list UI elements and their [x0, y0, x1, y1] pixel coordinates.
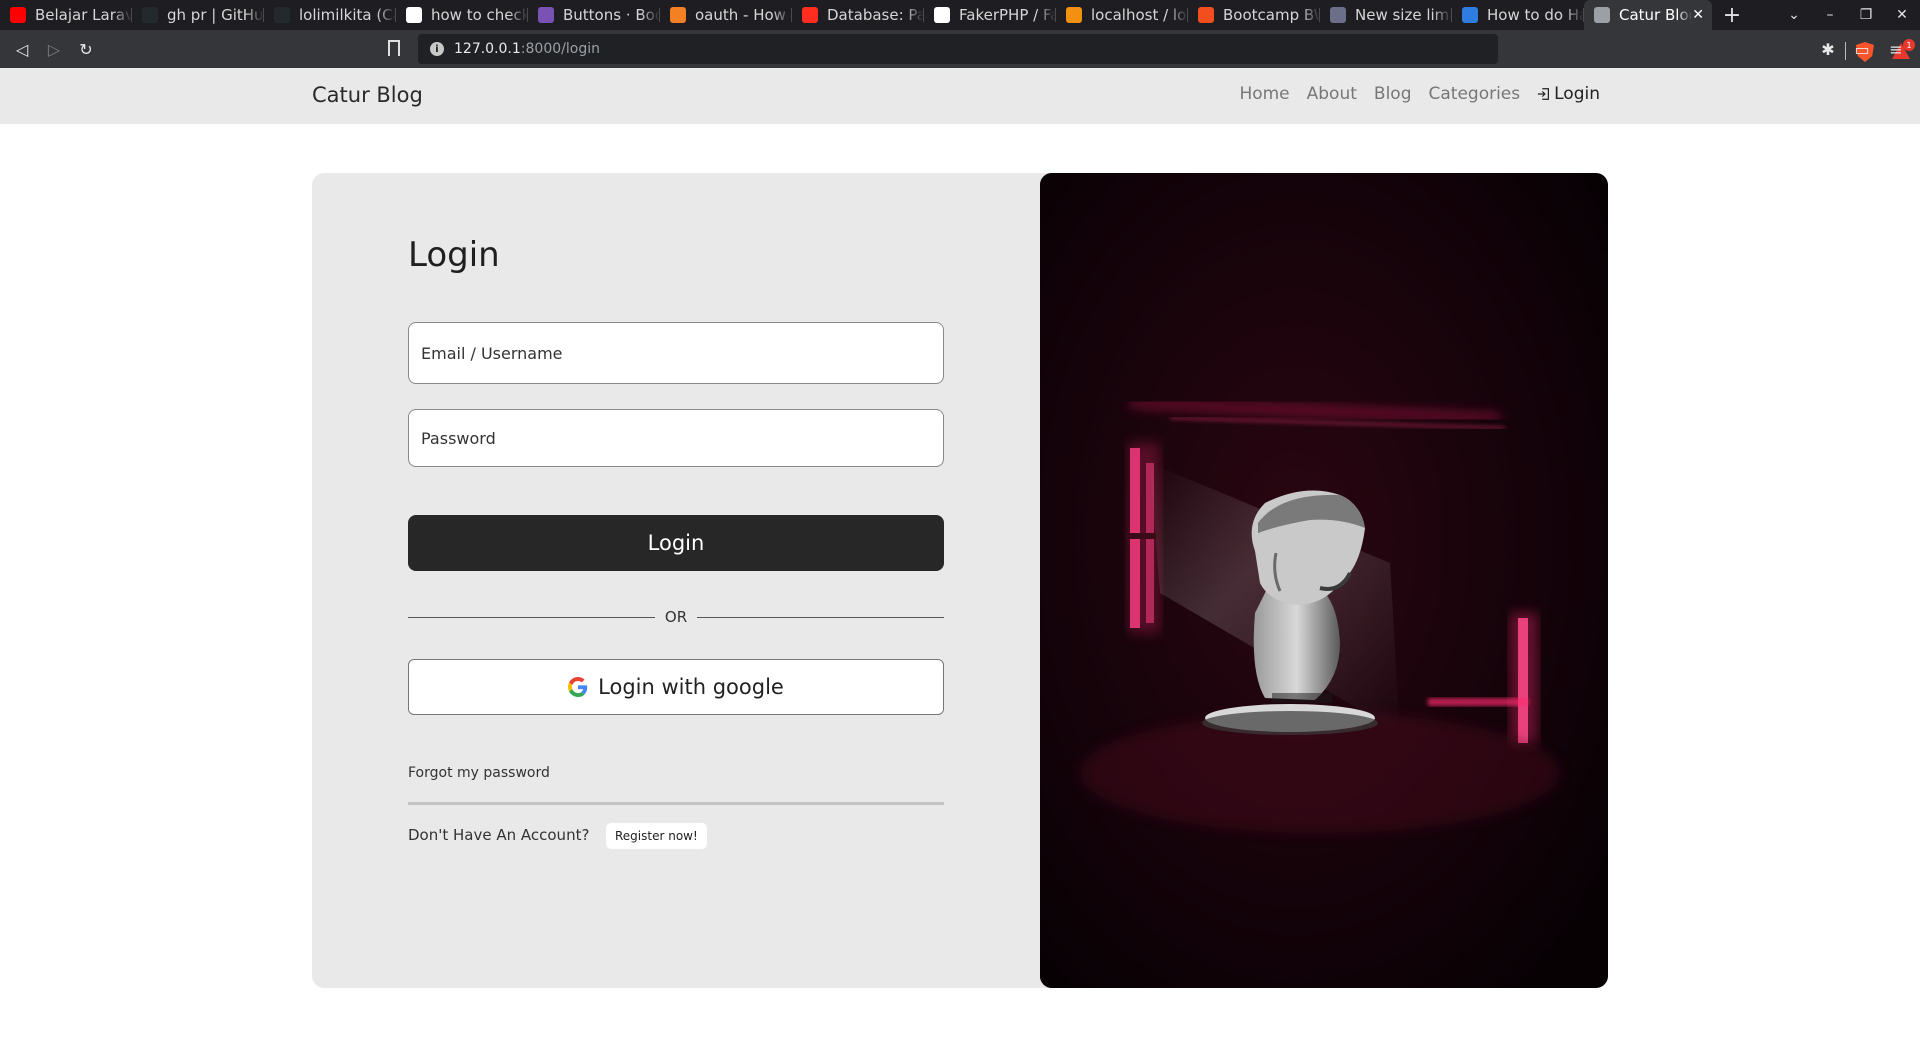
browser-tab-title: Buttons · Boo: [563, 6, 660, 24]
browser-tab[interactable]: Buttons · Boo: [528, 0, 660, 30]
or-divider: OR: [408, 608, 945, 626]
form-separator: [408, 802, 944, 805]
browser-tab[interactable]: FakerPHP / Fa: [924, 0, 1056, 30]
email-username-input[interactable]: [408, 322, 944, 384]
url-text[interactable]: 127.0.0.1:8000/login: [454, 41, 600, 57]
figma-icon: [1198, 7, 1214, 23]
reload-icon[interactable]: ↻: [70, 33, 102, 65]
restore-icon[interactable]: ❐: [1848, 7, 1884, 23]
no-account-text: Don't Have An Account?: [408, 826, 590, 844]
browser-tab[interactable]: how to check: [396, 0, 528, 30]
bookmark-icon[interactable]: [388, 40, 400, 56]
new-tab-button[interactable]: +: [1712, 0, 1752, 30]
browser-tab[interactable]: Belajar Laravel: [0, 0, 132, 30]
stackoverflow-icon: [670, 7, 686, 23]
tab-list-icon[interactable]: ⌄: [1776, 7, 1812, 23]
divider-label: OR: [664, 608, 688, 626]
statue-photo: [1040, 173, 1608, 988]
browser-tab[interactable]: localhost / loc: [1056, 0, 1188, 30]
menu-icon[interactable]: ≡: [1880, 33, 1912, 65]
browser-tab[interactable]: New size limit: [1320, 0, 1452, 30]
google-icon: [406, 7, 422, 23]
site-navbar: Catur Blog Home About Blog Categories Lo…: [0, 68, 1920, 124]
password-input[interactable]: [408, 409, 944, 467]
site-brand[interactable]: Catur Blog: [312, 83, 423, 107]
address-bar[interactable]: i 127.0.0.1:8000/login 1: [418, 34, 1915, 64]
google-icon: [568, 677, 588, 697]
browser-tab[interactable]: Catur Blog ✕: [1584, 0, 1712, 30]
nu-icon: [1330, 7, 1346, 23]
doc-icon: [1462, 7, 1478, 23]
browser-tab-title: FakerPHP / Fa: [959, 6, 1056, 24]
phpmyadmin-icon: [1066, 7, 1082, 23]
login-button[interactable]: Login: [408, 515, 944, 571]
browser-tab[interactable]: gh pr | GitHub: [132, 0, 264, 30]
login-title: Login: [408, 235, 500, 275]
login-icon: [1538, 88, 1550, 100]
faker-icon: [934, 7, 950, 23]
browser-tab-title: Database: Pag: [827, 6, 924, 24]
browser-tab[interactable]: How to do Ha: [1452, 0, 1584, 30]
browser-tab-title: Bootcamp BW: [1223, 6, 1320, 24]
page: Catur Blog Home About Blog Categories Lo…: [0, 68, 1920, 1053]
browser-tab-title: Belajar Laravel: [35, 6, 132, 24]
login-card: Login Login OR Login with google Forgot …: [312, 173, 1608, 988]
forward-icon[interactable]: ▷: [38, 33, 70, 65]
back-icon[interactable]: ◁: [6, 33, 38, 65]
browser-tab[interactable]: Bootcamp BW: [1188, 0, 1320, 30]
nav-links: Home About Blog Categories Login: [1222, 84, 1600, 104]
nav-home[interactable]: Home: [1239, 84, 1289, 104]
browser-tab-title: how to check: [431, 6, 528, 24]
hero-image: [1040, 173, 1608, 988]
browser-tab-title: How to do Ha: [1487, 6, 1584, 24]
browser-tab-title: New size limit: [1355, 6, 1452, 24]
browser-tab[interactable]: lolimilkita (Ca: [264, 0, 396, 30]
github-icon: [142, 7, 158, 23]
divider-line-right: [697, 616, 945, 618]
divider-line-left: [408, 616, 655, 618]
google-button-label: Login with google: [598, 675, 784, 699]
nav-blog[interactable]: Blog: [1374, 84, 1412, 104]
globe-icon: [1594, 7, 1610, 23]
minimize-icon[interactable]: –: [1812, 7, 1848, 23]
forgot-password-link[interactable]: Forgot my password: [408, 765, 550, 781]
browser-tab-title: localhost / loc: [1091, 6, 1188, 24]
nav-about[interactable]: About: [1307, 84, 1357, 104]
site-info-icon[interactable]: i: [430, 42, 444, 56]
browser-tab-title: Catur Blog: [1619, 6, 1693, 24]
youtube-icon: [10, 7, 26, 23]
close-tab-icon[interactable]: ✕: [1692, 7, 1704, 23]
github-icon: [274, 7, 290, 23]
browser-tab-title: lolimilkita (Ca: [299, 6, 396, 24]
nav-login-label: Login: [1554, 84, 1600, 104]
laravel-icon: [802, 7, 818, 23]
wallet-icon[interactable]: ▭: [1846, 33, 1878, 65]
browser-tab-title: oauth - How t: [695, 6, 792, 24]
window-controls: ⌄ – ❐ ✕: [1776, 0, 1920, 30]
browser-tab[interactable]: oauth - How t: [660, 0, 792, 30]
browser-toolbar: ◁ ▷ ↻ i 127.0.0.1:8000/login 1 ✱ ▭ ≡: [0, 30, 1920, 68]
bootstrap-icon: [538, 7, 554, 23]
extensions-icon[interactable]: ✱: [1812, 33, 1844, 65]
browser-tab-bar: Belajar Laravel gh pr | GitHub lolimilkita…: [0, 0, 1920, 30]
login-form: Login Login OR Login with google Forgot …: [408, 173, 945, 988]
close-window-icon[interactable]: ✕: [1884, 7, 1920, 23]
browser-tab-title: gh pr | GitHub: [167, 6, 264, 24]
nav-login[interactable]: Login: [1537, 84, 1600, 104]
browser-tab[interactable]: Database: Pag: [792, 0, 924, 30]
register-button[interactable]: Register now!: [606, 823, 707, 849]
nav-categories[interactable]: Categories: [1428, 84, 1520, 104]
login-with-google-button[interactable]: Login with google: [408, 659, 944, 715]
